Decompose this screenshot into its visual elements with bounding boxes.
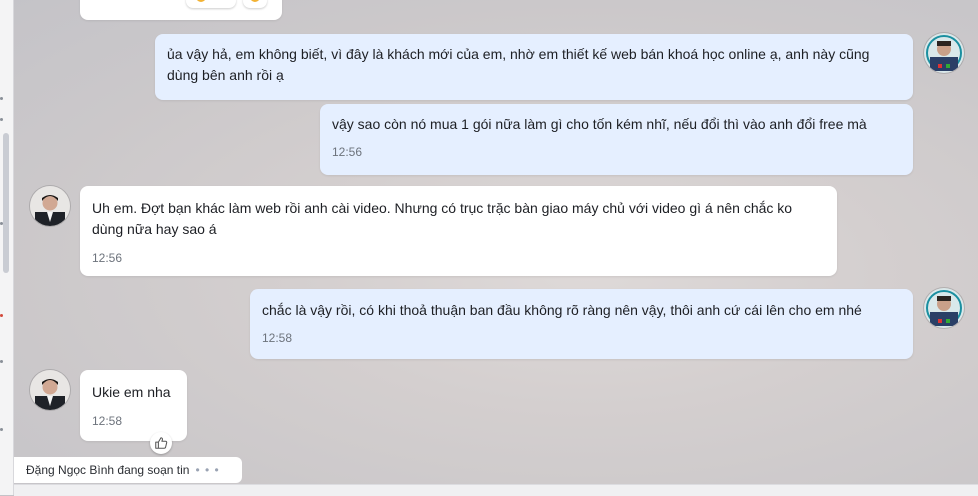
message-time: 12:56 bbox=[92, 251, 123, 265]
message-text: vậy sao còn nó mua 1 gói nữa làm gì cho … bbox=[332, 116, 867, 132]
contact-avatar[interactable] bbox=[30, 186, 70, 226]
indicator-dot bbox=[0, 222, 3, 225]
indicator-dot bbox=[0, 97, 3, 100]
contact-avatar[interactable] bbox=[30, 370, 70, 410]
react-button[interactable] bbox=[150, 432, 172, 454]
indicator-dot bbox=[0, 118, 3, 121]
notification-dot bbox=[0, 314, 3, 317]
message-text: ủa vậy hả, em không biết, vì đây là khác… bbox=[167, 46, 870, 83]
indicator-dot bbox=[0, 428, 3, 431]
message-bubble-outgoing[interactable]: vậy sao còn nó mua 1 gói nữa làm gì cho … bbox=[320, 104, 913, 175]
composer-edge bbox=[14, 484, 978, 496]
message-time: 12:58 bbox=[262, 331, 293, 345]
sidebar-edge bbox=[0, 0, 14, 495]
typing-text: Đặng Ngọc Bình đang soạn tin bbox=[26, 463, 190, 477]
reaction-emoji[interactable] bbox=[186, 0, 236, 8]
message-bubble-incoming[interactable]: Ukie em nha 12:58 bbox=[80, 370, 187, 441]
my-avatar[interactable] bbox=[924, 33, 964, 73]
message-text: chắc là vậy rồi, có khi thoả thuận ban đ… bbox=[262, 302, 862, 318]
message-bubble-outgoing[interactable]: ủa vậy hả, em không biết, vì đây là khác… bbox=[155, 34, 913, 100]
message-time: 12:56 bbox=[332, 145, 363, 159]
message-bubble-outgoing[interactable]: chắc là vậy rồi, có khi thoả thuận ban đ… bbox=[250, 289, 913, 359]
scrollbar[interactable] bbox=[3, 133, 9, 273]
thumbs-up-icon bbox=[155, 437, 168, 449]
reaction-emoji[interactable] bbox=[243, 0, 267, 8]
typing-dots: • • • bbox=[195, 463, 220, 477]
my-avatar[interactable] bbox=[924, 288, 964, 328]
typing-indicator: Đặng Ngọc Bình đang soạn tin • • • bbox=[14, 457, 242, 483]
message-text: Ukie em nha bbox=[92, 384, 171, 400]
indicator-dot bbox=[0, 360, 3, 363]
message-time: 12:58 bbox=[92, 414, 123, 428]
message-bubble-incoming[interactable]: Uh em. Đợt bạn khác làm web rồi anh cài … bbox=[80, 186, 837, 276]
message-text: Uh em. Đợt bạn khác làm web rồi anh cài … bbox=[92, 200, 793, 237]
